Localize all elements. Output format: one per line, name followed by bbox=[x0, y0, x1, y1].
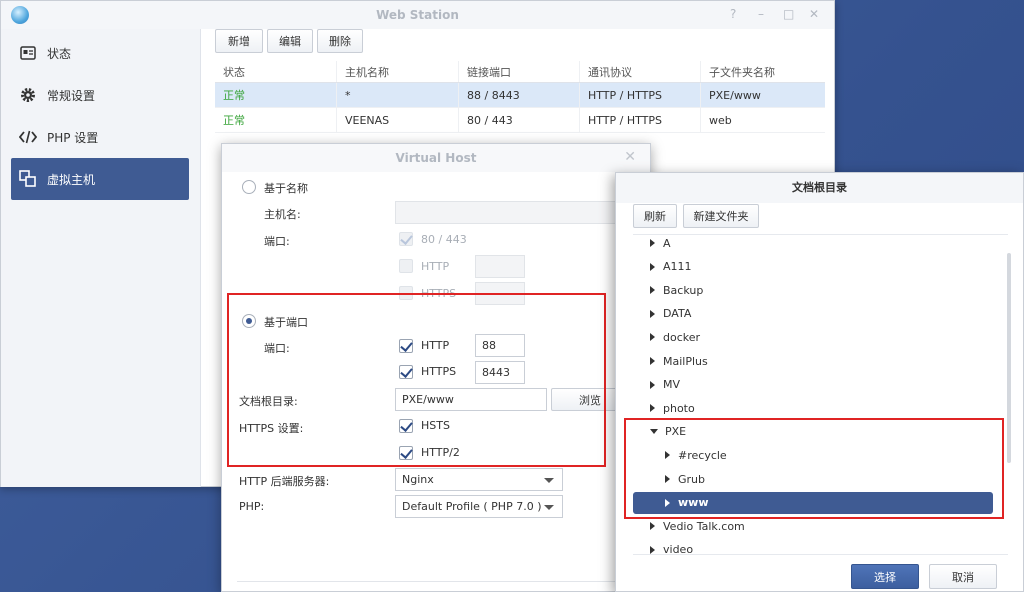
expand-right-icon[interactable] bbox=[650, 333, 655, 342]
delete-button[interactable]: 删除 bbox=[317, 29, 363, 53]
tree-item-label: A bbox=[663, 236, 671, 250]
select-button[interactable]: 选择 bbox=[851, 564, 919, 589]
sidebar-item-label: PHP 设置 bbox=[47, 130, 99, 145]
virtual-host-icon bbox=[19, 170, 37, 188]
column-header[interactable]: 主机名称 bbox=[337, 61, 459, 82]
web-station-logo-icon bbox=[11, 6, 29, 24]
name-http-label: HTTP bbox=[421, 260, 450, 273]
status-cell: 正常 bbox=[215, 83, 337, 107]
hostname-cell: VEENAS bbox=[337, 108, 459, 132]
default-port-checkbox[interactable] bbox=[399, 232, 413, 246]
tree-item-label: DATA bbox=[663, 307, 692, 321]
close-icon[interactable]: ✕ bbox=[809, 7, 819, 21]
table-row[interactable]: 正常 * 88 / 8443 HTTP / HTTPS PXE/www bbox=[215, 83, 825, 108]
table-header: 状态 主机名称 链接端口 通讯协议 子文件夹名称 bbox=[215, 61, 825, 83]
minimize-icon[interactable]: – bbox=[758, 7, 764, 21]
add-button[interactable]: 新增 bbox=[215, 29, 263, 53]
edit-button[interactable]: 编辑 bbox=[267, 29, 313, 53]
tree-item-label: MailPlus bbox=[663, 354, 708, 368]
highlight-box bbox=[624, 418, 1004, 519]
protocol-cell: HTTP / HTTPS bbox=[580, 83, 701, 107]
port-cell: 80 / 443 bbox=[459, 108, 580, 132]
hostname-label: 主机名: bbox=[264, 208, 301, 221]
cancel-button[interactable]: 取消 bbox=[929, 564, 997, 589]
radio-by-name[interactable] bbox=[242, 180, 256, 194]
protocol-cell: HTTP / HTTPS bbox=[580, 108, 701, 132]
name-port-label: 端口: bbox=[264, 235, 290, 248]
name-http-checkbox[interactable] bbox=[399, 259, 413, 273]
tree-item[interactable]: A111 bbox=[633, 256, 993, 278]
tree-item-label: photo bbox=[663, 401, 695, 415]
status-cell: 正常 bbox=[215, 108, 337, 132]
table-row[interactable]: 正常 VEENAS 80 / 443 HTTP / HTTPS web bbox=[215, 108, 825, 133]
tree-item[interactable]: A bbox=[633, 232, 993, 254]
tree-item[interactable]: video bbox=[633, 539, 993, 561]
name-http-port-input[interactable] bbox=[475, 255, 525, 278]
tree-item[interactable]: photo bbox=[633, 397, 993, 419]
expand-right-icon[interactable] bbox=[650, 262, 655, 271]
highlight-box bbox=[227, 293, 606, 467]
tree-item-label: Vedio Talk.com bbox=[663, 519, 745, 533]
sidebar-item-label: 常规设置 bbox=[47, 88, 96, 103]
tree-scrollbar[interactable] bbox=[1007, 253, 1011, 463]
column-header[interactable]: 状态 bbox=[215, 61, 337, 82]
window-title: Web Station bbox=[1, 1, 834, 29]
tree-item-label: docker bbox=[663, 330, 701, 344]
virtual-host-table: 状态 主机名称 链接端口 通讯协议 子文件夹名称 正常 * 88 / 8443 … bbox=[215, 61, 825, 133]
maximize-icon[interactable]: □ bbox=[783, 7, 794, 21]
dialog-title: 文档根目录 bbox=[616, 173, 1023, 203]
tree-item[interactable]: MV bbox=[633, 374, 993, 396]
gear-icon bbox=[19, 86, 37, 104]
refresh-button[interactable]: 刷新 bbox=[633, 204, 677, 228]
tree-item-label: video bbox=[663, 543, 694, 557]
tree-item-label: MV bbox=[663, 378, 681, 392]
column-header[interactable]: 通讯协议 bbox=[580, 61, 701, 82]
expand-right-icon[interactable] bbox=[650, 380, 655, 389]
expand-right-icon[interactable] bbox=[650, 545, 655, 554]
column-header[interactable]: 子文件夹名称 bbox=[701, 61, 825, 82]
tree-item[interactable]: Backup bbox=[633, 279, 993, 301]
expand-right-icon[interactable] bbox=[650, 404, 655, 413]
expand-right-icon[interactable] bbox=[650, 357, 655, 365]
backend-label: HTTP 后端服务器: bbox=[239, 475, 330, 488]
subfolder-cell: PXE/www bbox=[709, 88, 761, 102]
sidebar-item-status[interactable]: 状态 bbox=[11, 32, 189, 74]
divider bbox=[237, 581, 637, 582]
backend-select[interactable]: Nginx bbox=[395, 468, 563, 491]
sidebar-item-label: 虚拟主机 bbox=[47, 172, 96, 187]
column-header[interactable]: 链接端口 bbox=[459, 61, 580, 82]
close-icon[interactable]: ✕ bbox=[624, 149, 636, 165]
subfolder-cell: web bbox=[709, 113, 732, 127]
hostname-cell: * bbox=[337, 83, 459, 107]
status-card-icon bbox=[19, 44, 37, 62]
doc-root-dialog: 文档根目录 刷新 新建文件夹 选择 取消 A A111 Backup DATA dock… bbox=[615, 172, 1024, 592]
expand-right-icon[interactable] bbox=[650, 286, 655, 295]
sidebar-item-php[interactable]: PHP 设置 bbox=[11, 116, 189, 158]
port-cell: 88 / 8443 bbox=[459, 83, 580, 107]
tree-item[interactable]: MailPlus bbox=[633, 350, 993, 372]
expand-right-icon[interactable] bbox=[650, 239, 655, 247]
tree-item[interactable]: DATA bbox=[633, 303, 993, 325]
sidebar-item-general[interactable]: 常规设置 bbox=[11, 74, 189, 116]
expand-right-icon[interactable] bbox=[650, 522, 655, 531]
sidebar: 状态 常规设置 PHP 设置 虚拟主机 bbox=[1, 29, 201, 487]
new-folder-button[interactable]: 新建文件夹 bbox=[683, 204, 759, 228]
dialog-title: Virtual Host bbox=[222, 144, 650, 172]
sidebar-item-virtual-host[interactable]: 虚拟主机 bbox=[11, 158, 189, 200]
sidebar-item-label: 状态 bbox=[47, 46, 72, 61]
php-label: PHP: bbox=[239, 500, 265, 513]
php-select[interactable]: Default Profile ( PHP 7.0 ) bbox=[395, 495, 563, 518]
code-brackets-icon bbox=[19, 128, 37, 146]
hostname-input[interactable] bbox=[395, 201, 635, 224]
radio-by-name-label: 基于名称 bbox=[264, 182, 308, 195]
help-icon[interactable]: ? bbox=[730, 7, 736, 21]
tree-item-label: A111 bbox=[663, 260, 692, 274]
expand-right-icon[interactable] bbox=[650, 309, 655, 318]
default-port-label: 80 / 443 bbox=[421, 233, 467, 246]
tree-item-label: Backup bbox=[663, 283, 704, 297]
tree-item[interactable]: docker bbox=[633, 326, 993, 348]
